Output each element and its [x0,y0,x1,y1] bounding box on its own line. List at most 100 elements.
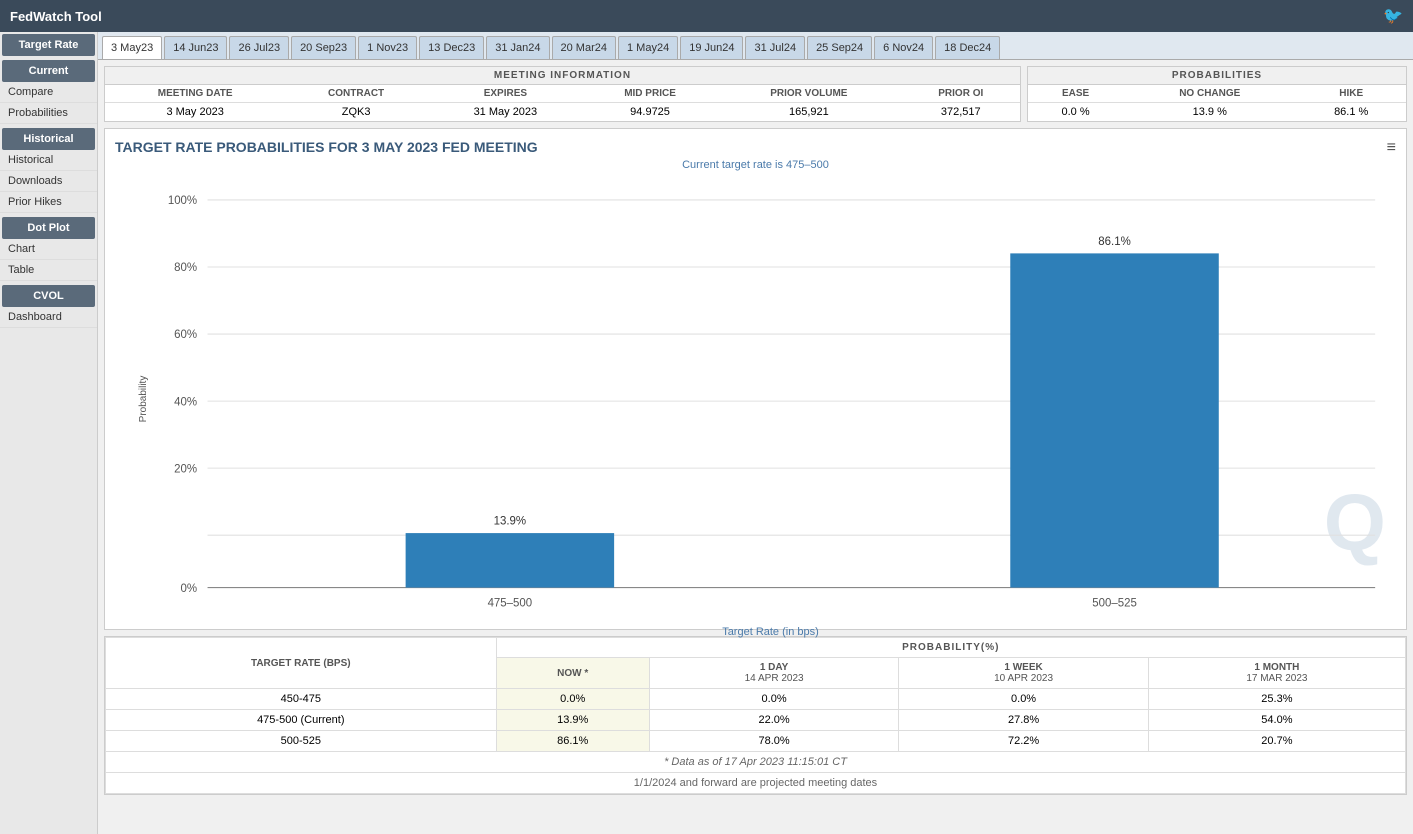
titlebar: FedWatch Tool 🐦 [0,0,1413,32]
meeting-info-box: MEETING INFORMATION MEETING DATE CONTRAC… [104,66,1021,122]
prob-section-header: PROBABILITY(%) [496,638,1405,658]
month1-val: 20.7% [1148,731,1405,752]
col-prior-oi: PRIOR OI [902,85,1020,103]
sidebar-item-probabilities[interactable]: Probabilities [0,103,97,124]
bar-500-525 [1010,253,1219,587]
tab-31-jan24[interactable]: 31 Jan24 [486,36,549,59]
tab-1-nov23[interactable]: 1 Nov23 [358,36,417,59]
sidebar-dotplot-section[interactable]: Dot Plot [2,217,95,239]
x-axis-label: Target Rate (in bps) [145,626,1396,638]
now-val: 86.1% [496,731,649,752]
ease-val: 0.0 % [1028,103,1123,122]
svg-text:500–525: 500–525 [1092,597,1137,609]
tab-14-jun23[interactable]: 14 Jun23 [164,36,227,59]
tabbar: 3 May2314 Jun2326 Jul2320 Sep231 Nov2313… [98,32,1413,60]
tab-13-dec23[interactable]: 13 Dec23 [419,36,484,59]
probabilities-row: 0.0 % 13.9 % 86.1 % [1028,103,1406,122]
day1-val: 0.0% [649,689,898,710]
rate-val: 450-475 [106,689,497,710]
col-contract: CONTRACT [285,85,426,103]
hike-val: 86.1 % [1296,103,1406,122]
col-expires: EXPIRES [427,85,584,103]
tab-19-jun24[interactable]: 19 Jun24 [680,36,743,59]
chart-container: Probability 100% 80% 60% [145,179,1396,619]
col-no-change: NO CHANGE [1123,85,1296,103]
week1-val: 27.8% [899,710,1148,731]
sidebar-current-section[interactable]: Current [2,60,95,82]
chart-menu-icon[interactable]: ≡ [1387,139,1396,157]
svg-text:0%: 0% [181,583,198,595]
tab-26-jul23[interactable]: 26 Jul23 [229,36,289,59]
app-title: FedWatch Tool [10,9,102,24]
sidebar-item-historical[interactable]: Historical [0,150,97,171]
col-prior-volume: PRIOR VOLUME [716,85,901,103]
col-now: NOW * [496,658,649,689]
now-val: 13.9% [496,710,649,731]
sidebar-target-rate-button[interactable]: Target Rate [2,34,95,56]
rate-val: 500-525 [106,731,497,752]
day1-val: 78.0% [649,731,898,752]
month1-val: 25.3% [1148,689,1405,710]
tab-3-may23[interactable]: 3 May23 [102,36,162,59]
tab-31-jul24[interactable]: 31 Jul24 [745,36,805,59]
svg-text:86.1%: 86.1% [1098,236,1130,248]
svg-text:100%: 100% [168,195,197,207]
svg-text:80%: 80% [174,262,197,274]
col-ease: EASE [1028,85,1123,103]
sidebar-historical-section[interactable]: Historical [2,128,95,150]
content-area: MEETING INFORMATION MEETING DATE CONTRAC… [98,60,1413,834]
rate-col-header: TARGET RATE (BPS) [106,638,497,689]
svg-text:60%: 60% [174,329,197,341]
prior-volume-val: 165,921 [716,103,901,122]
col-hike: HIKE [1296,85,1406,103]
no-change-val: 13.9 % [1123,103,1296,122]
tab-1-may24[interactable]: 1 May24 [618,36,678,59]
y-axis-label: Probability [138,376,149,423]
prob-table-row: 450-475 0.0% 0.0% 0.0% 25.3% [106,689,1406,710]
col-1week: 1 WEEK10 APR 2023 [899,658,1148,689]
chart-subtitle: Current target rate is 475–500 [115,159,1396,171]
meeting-info-header: MEETING INFORMATION [105,67,1020,85]
week1-val: 72.2% [899,731,1148,752]
sidebar-item-compare[interactable]: Compare [0,82,97,103]
prob-table-row: 500-525 86.1% 78.0% 72.2% 20.7% [106,731,1406,752]
tab-25-sep24[interactable]: 25 Sep24 [807,36,872,59]
twitter-icon: 🐦 [1383,6,1403,26]
sidebar-cvol-section[interactable]: CVOL [2,285,95,307]
tab-18-dec24[interactable]: 18 Dec24 [935,36,1000,59]
probabilities-box: PROBABILITIES EASE NO CHANGE HIKE 0.0 % [1027,66,1407,122]
contract-val: ZQK3 [285,103,426,122]
month1-val: 54.0% [1148,710,1405,731]
col-1month: 1 MONTH17 MAR 2023 [1148,658,1405,689]
col-1day: 1 DAY14 APR 2023 [649,658,898,689]
probabilities-table: EASE NO CHANGE HIKE 0.0 % 13.9 % 86.1 % [1028,85,1406,121]
tab-6-nov24[interactable]: 6 Nov24 [874,36,933,59]
tab-20-sep23[interactable]: 20 Sep23 [291,36,356,59]
info-row: MEETING INFORMATION MEETING DATE CONTRAC… [104,66,1407,122]
sidebar-item-chart[interactable]: Chart [0,239,97,260]
chart-svg: 100% 80% 60% 40% 20% 0% 13.9% 475–500 [145,179,1396,619]
prob-table: TARGET RATE (BPS) PROBABILITY(%) NOW * 1… [105,637,1406,794]
rate-val: 475-500 (Current) [106,710,497,731]
prior-oi-val: 372,517 [902,103,1020,122]
sidebar-item-prior-hikes[interactable]: Prior Hikes [0,192,97,213]
probabilities-header: PROBABILITIES [1028,67,1406,85]
expires-val: 31 May 2023 [427,103,584,122]
meeting-date-val: 3 May 2023 [105,103,285,122]
meeting-info-row: 3 May 2023 ZQK3 31 May 2023 94.9725 165,… [105,103,1020,122]
table-footnote: * Data as of 17 Apr 2023 11:15:01 CT [106,752,1406,773]
svg-text:13.9%: 13.9% [494,516,526,528]
bottom-note: 1/1/2024 and forward are projected meeti… [106,773,1406,794]
sidebar-item-dashboard[interactable]: Dashboard [0,307,97,328]
svg-text:40%: 40% [174,396,197,408]
day1-val: 22.0% [649,710,898,731]
prob-table-row: 475-500 (Current) 13.9% 22.0% 27.8% 54.0… [106,710,1406,731]
sidebar-item-downloads[interactable]: Downloads [0,171,97,192]
col-meeting-date: MEETING DATE [105,85,285,103]
bar-475-500 [406,533,615,587]
chart-title: TARGET RATE PROBABILITIES FOR 3 MAY 2023… [115,139,1396,155]
sidebar-item-table[interactable]: Table [0,260,97,281]
col-mid-price: MID PRICE [584,85,716,103]
tab-20-mar24[interactable]: 20 Mar24 [552,36,616,59]
svg-text:20%: 20% [174,463,197,475]
